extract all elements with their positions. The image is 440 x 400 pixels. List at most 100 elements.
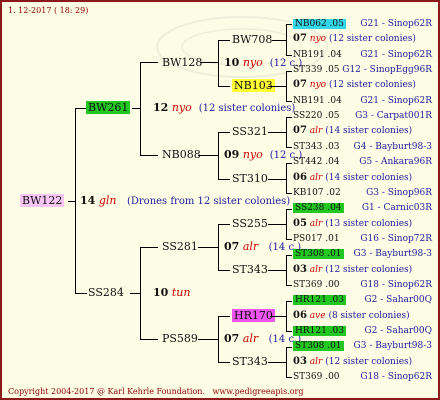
connector <box>286 71 287 102</box>
connector <box>272 40 286 41</box>
connector <box>218 132 230 133</box>
gen4-breeder-place: G16 - Sinop72R <box>360 233 432 244</box>
gen4-queen-id[interactable]: ST369 .00 <box>293 371 340 383</box>
queen-nb088[interactable]: NB088 <box>162 149 201 161</box>
gen4-drones: 06 alr (14 sister colonies) <box>293 171 413 183</box>
gen4-queen-id[interactable]: PS017 .01 <box>293 233 340 245</box>
connector <box>218 132 219 180</box>
connector <box>286 239 292 240</box>
drones-bw708: 10 nyo (12 c.) <box>224 56 303 70</box>
connector <box>286 24 292 25</box>
connector <box>218 224 219 271</box>
connector <box>140 247 141 340</box>
gen4-breeder-place: G12 - SinopEgg96R <box>342 65 432 76</box>
gen4-queen-id[interactable]: HR121 .03 <box>293 325 346 337</box>
gen4-breeder-place: G18 - Sinop62R <box>360 372 432 383</box>
connector <box>218 86 230 87</box>
gen4-drones: 05 alr (13 sister colonies) <box>293 217 413 229</box>
connector <box>268 270 286 271</box>
connector <box>218 362 230 363</box>
gen4-queen-id[interactable]: ST308 .01 <box>293 340 344 352</box>
queen-st343[interactable]: ST343 <box>232 356 268 368</box>
connector <box>286 301 287 332</box>
connector <box>286 163 287 194</box>
connector <box>286 117 287 148</box>
connector <box>286 301 292 302</box>
connector <box>140 155 158 156</box>
gen4-breeder-place: G2 - Sahar00Q <box>364 326 432 336</box>
queen-bw261[interactable]: BW261 <box>86 101 131 114</box>
drones-tun: 10 tun <box>153 286 191 299</box>
gen4-breeder-place: G3 - Bayburt98-3 <box>353 249 432 260</box>
queen-ss284[interactable]: SS284 <box>88 287 124 299</box>
queen-bw128[interactable]: BW128 <box>162 57 202 69</box>
drones-nb088: 09 nyo (12 c.) <box>224 148 303 162</box>
connector <box>75 293 87 294</box>
gen4-drones: 06 ave (8 sister colonies) <box>293 309 410 321</box>
gen4-queen-id[interactable]: ST343 .03 <box>293 141 340 153</box>
connector <box>140 62 141 156</box>
connector <box>286 285 292 286</box>
queen-bw708[interactable]: BW708 <box>232 34 272 46</box>
gen4-queen-id[interactable]: NB191 .04 <box>293 49 342 61</box>
gen4-breeder-place: G5 - Ankara96R <box>359 157 432 168</box>
connector <box>140 247 158 248</box>
gen4-drones: 07 alr (14 sister colonies) <box>293 125 413 137</box>
gen4-breeder-place: G3 - Bayburt98-3 <box>353 341 432 352</box>
connector <box>218 179 230 180</box>
connector <box>198 339 218 340</box>
gen4-breeder-place: G4 - Bayburt98-3 <box>353 141 432 152</box>
queen-ss281[interactable]: SS281 <box>162 241 198 253</box>
root-queen[interactable]: BW122 <box>20 194 65 207</box>
connector <box>286 117 292 118</box>
gen4-queen-id[interactable]: SS220 .05 <box>293 110 340 122</box>
gen4-queen-id[interactable]: ST369 .00 <box>293 279 340 291</box>
queen-ss255[interactable]: SS255 <box>232 218 268 230</box>
connector <box>286 377 292 378</box>
queen-ps589[interactable]: PS589 <box>162 333 198 345</box>
print-date: 1. 12-2017 ( 18: 29) <box>8 6 89 15</box>
gen4-queen-id[interactable]: NB191 .04 <box>293 95 342 107</box>
connector <box>286 71 292 72</box>
connector <box>286 255 287 286</box>
connector <box>200 62 218 63</box>
pedigree-frame: 1. 12-2017 ( 18: 29) BW122 14 gln (Drone… <box>0 0 440 400</box>
connector <box>268 362 286 363</box>
gen4-breeder-place: G21 - Sinop62R <box>360 95 432 106</box>
gen4-queen-id[interactable]: SS238 .04 <box>293 202 344 214</box>
connector <box>270 316 286 317</box>
gen4-breeder-place: G3 - Carpat001R <box>355 111 432 122</box>
connector <box>218 316 230 317</box>
gen4-breeder-place: G18 - Sinop62R <box>360 279 432 290</box>
connector <box>286 209 287 240</box>
connector <box>286 147 292 148</box>
gen4-breeder-place: G3 - Sinop96R <box>366 187 432 198</box>
gen4-drones: 07 nyo (12 sister colonies) <box>293 79 416 91</box>
connector <box>218 40 219 87</box>
drones-ss281: 07 alr (14 c.) <box>224 240 302 254</box>
connector <box>140 339 158 340</box>
gen4-drones: 03 alr (12 sister colonies) <box>293 263 413 275</box>
connector <box>286 55 292 56</box>
gen4-queen-id[interactable]: ST442 .04 <box>293 156 340 168</box>
connector <box>218 224 230 225</box>
connector <box>286 347 292 348</box>
gen4-queen-id[interactable]: ST308 .01 <box>293 248 344 260</box>
queen-st343[interactable]: ST343 <box>232 264 268 276</box>
connector <box>286 209 292 210</box>
gen4-queen-id[interactable]: KB107 .02 <box>293 187 341 199</box>
connector <box>218 40 230 41</box>
connector <box>130 293 140 294</box>
connector <box>286 331 292 332</box>
queen-st310[interactable]: ST310 <box>232 173 268 185</box>
queen-ss321[interactable]: SS321 <box>232 126 268 138</box>
gen4-queen-id[interactable]: HR121 .03 <box>293 294 346 306</box>
connector <box>268 86 286 87</box>
gen4-queen-id[interactable]: ST339 .05 <box>293 64 340 76</box>
gen4-queen-id[interactable]: NB062 .05 <box>293 18 346 30</box>
connector <box>198 155 218 156</box>
gen4-drones: 03 alr (12 sister colonies) <box>293 355 413 367</box>
queen-hr170[interactable]: HR170 <box>232 309 275 322</box>
connector <box>198 247 218 248</box>
connector <box>268 132 286 133</box>
